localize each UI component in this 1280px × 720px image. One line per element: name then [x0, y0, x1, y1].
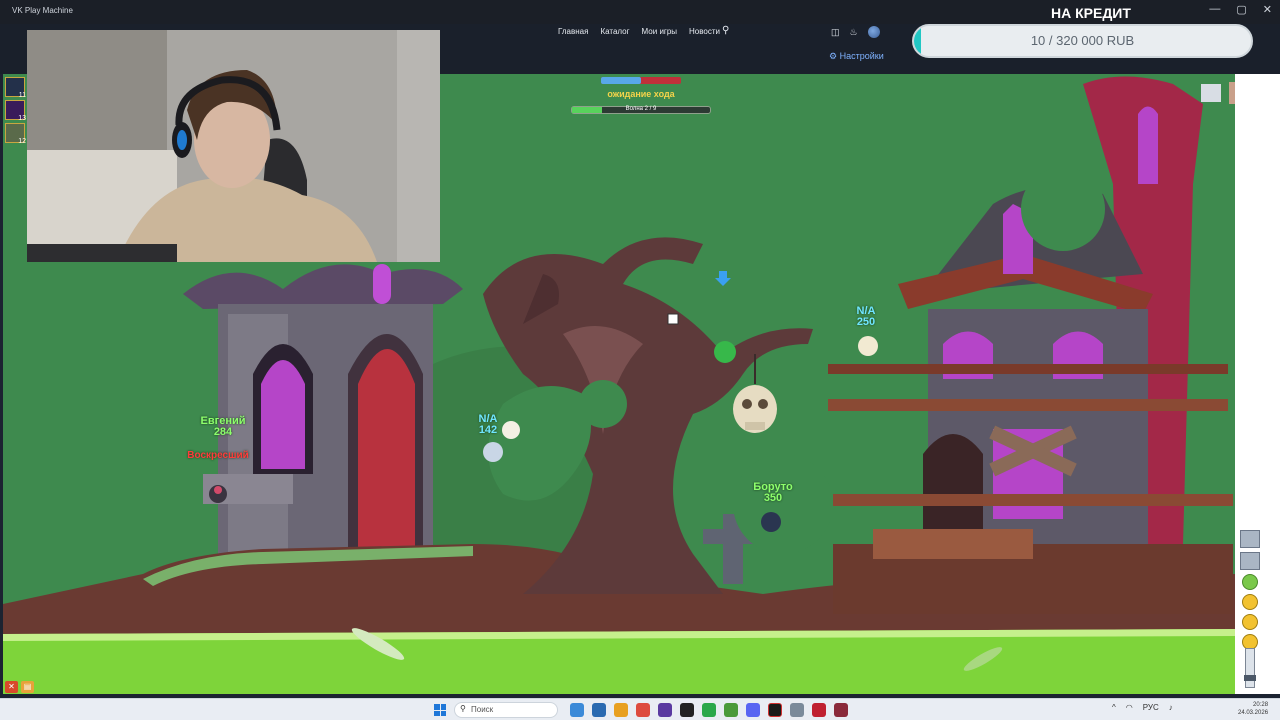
minimize-button[interactable]: —: [1209, 3, 1220, 16]
chapel-building: [183, 264, 463, 564]
language-indicator[interactable]: РУС: [1143, 703, 1159, 712]
webcam-overlay: [27, 30, 440, 262]
wave-progress-bar: Волна 2 / 9: [571, 106, 711, 114]
turn-status: ожидание хода: [607, 89, 675, 99]
obs-icon[interactable]: [658, 703, 672, 717]
unit-label-na-1: N/A 142: [470, 414, 506, 436]
turn-hud: ожидание хода Волна 2 / 9: [570, 77, 712, 114]
taskbar-apps: [570, 703, 848, 717]
settings-icon[interactable]: [790, 703, 804, 717]
explorer-icon[interactable]: [614, 703, 628, 717]
zoom-slider[interactable]: [1244, 648, 1256, 688]
windows-start-icon[interactable]: [434, 704, 446, 716]
unit-label-evgeny: Евгений 284: [190, 416, 256, 438]
unit-hp: 284: [213, 426, 233, 438]
volume-icon[interactable]: ♪: [1169, 703, 1173, 712]
settings-link[interactable]: ⚙ Настройки: [829, 51, 884, 62]
search-icon: ⚲: [460, 704, 466, 713]
taskbar-clock[interactable]: 20:28 24.03.2026: [1238, 701, 1268, 717]
system-tray: ^ ◠ РУС ♪: [1112, 703, 1173, 712]
zoom-slider-knob[interactable]: [1244, 675, 1256, 681]
right-toolbar: [1238, 530, 1262, 654]
credit-title: НА КРЕДИТ: [1051, 5, 1131, 21]
cube-icon[interactable]: [1240, 552, 1260, 570]
wave-progress-text: Волна 2 / 9: [625, 106, 657, 112]
gear-icon: ⚙: [829, 51, 838, 61]
inventory-slot[interactable]: 12: [5, 123, 26, 145]
close-icon[interactable]: ✕: [5, 681, 18, 693]
help-icon[interactable]: [1242, 574, 1258, 590]
credit-progress-text: 10 / 320 000 RUB: [1030, 33, 1135, 48]
epic-icon[interactable]: [680, 703, 694, 717]
plus-icon[interactable]: [1242, 614, 1258, 630]
unit-label-boruto: Боруто 350: [744, 482, 802, 504]
clock-time: 20:28: [1253, 702, 1269, 708]
telegram-icon[interactable]: [570, 703, 584, 717]
wallet-icon[interactable]: ◫: [831, 27, 840, 38]
unit-hp: 350: [763, 492, 783, 504]
nav-my-games[interactable]: Мои игры: [642, 27, 677, 36]
player-health-bar: [601, 77, 681, 84]
maximize-button[interactable]: ▢: [1236, 3, 1246, 16]
unit-hp: 250: [856, 316, 876, 328]
app-icon[interactable]: [724, 703, 738, 717]
credit-progress-bar: 10 / 320 000 RUB: [912, 24, 1253, 58]
discord-icon[interactable]: [746, 703, 760, 717]
clock-date: 24.03.2026: [1238, 710, 1269, 716]
nav-home[interactable]: Главная: [558, 27, 588, 36]
webcam-feed: [27, 30, 440, 262]
windows-taskbar: Поиск ⚲ ^ ◠ РУС ♪ 20:28 24.03.2026: [0, 698, 1280, 720]
bottom-left-buttons: ✕ ▤: [5, 681, 34, 693]
left-inventory: 11 13 12: [5, 77, 27, 146]
close-button[interactable]: ✕: [1263, 3, 1272, 16]
unit-label-resurrected: Воскресший: [176, 450, 260, 461]
minus-icon[interactable]: [1242, 594, 1258, 610]
steam-icon[interactable]: [592, 703, 606, 717]
chrome-icon[interactable]: [636, 703, 650, 717]
unit-hp: 142: [478, 424, 498, 436]
app-icon[interactable]: [834, 703, 848, 717]
nav-catalog[interactable]: Каталог: [600, 27, 629, 36]
wifi-icon[interactable]: ◠: [1126, 703, 1133, 712]
window-controls: — ▢ ✕: [1209, 3, 1272, 16]
chevron-up-icon[interactable]: ^: [1112, 703, 1116, 712]
app-title: VK Play Machine: [12, 6, 73, 15]
taskbar-search-input[interactable]: Поиск: [454, 702, 558, 718]
search-icon[interactable]: ⚲: [722, 25, 729, 36]
nav-links: Главная Каталог Мои игры Новости: [558, 27, 720, 36]
bell-icon[interactable]: ♨: [850, 27, 858, 38]
vkplay-icon[interactable]: [768, 703, 782, 717]
inventory-slot[interactable]: 13: [5, 100, 26, 122]
avatar[interactable]: [867, 26, 880, 38]
settings-label: Настройки: [839, 51, 884, 61]
unit-name: Воскресший: [187, 450, 249, 461]
app-icon[interactable]: [702, 703, 716, 717]
haunted-house: [828, 76, 1233, 614]
app-icon[interactable]: [812, 703, 826, 717]
player-health-fill: [601, 77, 641, 84]
nav-icons: ◫ ♨: [831, 26, 880, 38]
camera-icon[interactable]: [1240, 530, 1260, 548]
inventory-slot[interactable]: 11: [5, 77, 26, 99]
chat-icon[interactable]: ▤: [21, 681, 34, 693]
nav-news[interactable]: Новости: [689, 27, 720, 36]
unit-label-na-2: N/A 250: [848, 306, 884, 328]
